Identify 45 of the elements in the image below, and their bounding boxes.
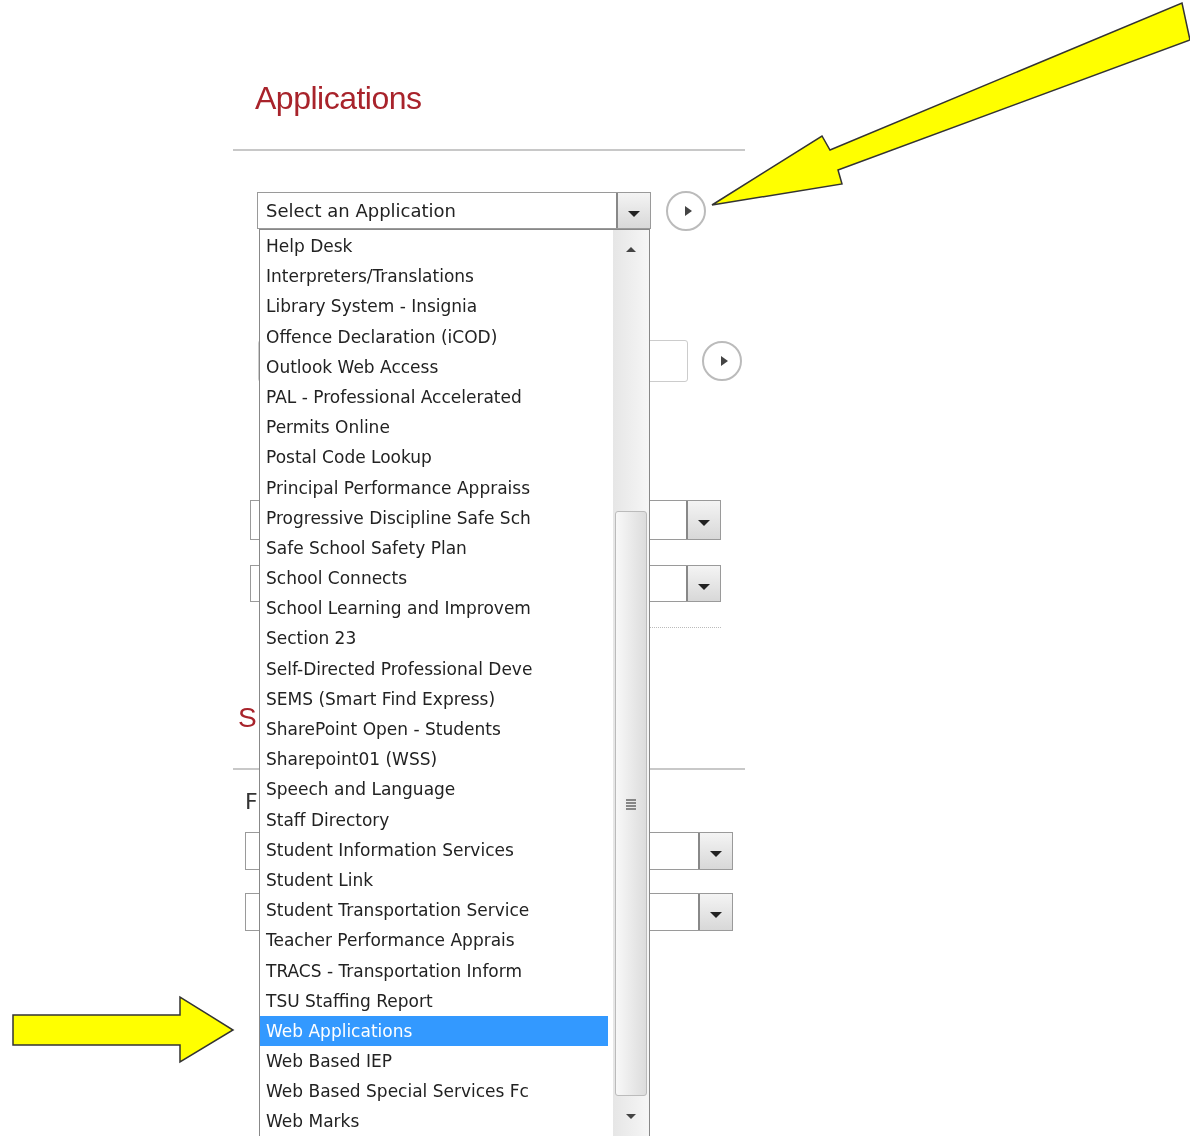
section-heading: S <box>238 701 257 735</box>
dropdown-option[interactable]: Interpreters/Translations <box>260 261 608 292</box>
scroll-down-icon <box>625 1113 637 1120</box>
dropdown-option[interactable]: Web Marks <box>260 1106 608 1136</box>
page-heading: Applications <box>254 79 422 118</box>
dropdown-option[interactable]: PAL - Professional Accelerated <box>260 381 608 413</box>
scroll-up-icon <box>625 246 637 253</box>
dropdown-option[interactable]: Safe School Safety Plan <box>260 532 608 564</box>
field-label: F <box>244 788 258 816</box>
dropdown-option[interactable]: TSU Staffing Report <box>260 985 608 1016</box>
caret-icon <box>709 850 723 858</box>
caret-icon <box>697 582 711 591</box>
dropdown-option[interactable]: Help Desk <box>260 231 608 262</box>
dropdown-option[interactable]: Speech and Language <box>260 774 608 805</box>
dropdown-option[interactable]: Student Transportation Service <box>260 895 608 926</box>
dropdown-option[interactable]: Library System - Insignia <box>260 291 608 322</box>
go-button[interactable] <box>702 341 742 381</box>
dropdown-option[interactable]: SharePoint Open - Students <box>260 714 608 745</box>
dropdown-option[interactable]: Sharepoint01 (WSS) <box>260 744 608 775</box>
dropdown-option[interactable]: Permits Online <box>260 412 608 443</box>
dropdown-option[interactable]: Student Information Services <box>260 834 608 865</box>
caret-icon <box>697 519 711 527</box>
dropdown-option[interactable]: School Connects <box>260 563 608 594</box>
dropdown-option[interactable]: Web Based Special Services Fc <box>260 1076 608 1107</box>
dropdown-option[interactable]: Section 23 <box>260 623 608 654</box>
dropdown-option[interactable]: SEMS (Smart Find Express) <box>260 683 608 714</box>
dropdown-option[interactable]: Self-Directed Professional Deve <box>260 653 608 684</box>
dropdown-option[interactable]: Offence Declaration (iCOD) <box>260 321 608 352</box>
dropdown-option[interactable]: School Learning and Improvem <box>260 593 608 624</box>
dropdown-option[interactable]: Teacher Performance Apprais <box>260 925 608 956</box>
caret-icon <box>627 209 641 218</box>
dropdown-option[interactable]: TRACS - Transportation Inform <box>260 955 608 986</box>
dropdown-option[interactable]: Postal Code Lookup <box>260 442 608 473</box>
grip-icon <box>625 797 637 810</box>
dropdown-option[interactable]: Web Based IEP <box>260 1046 608 1077</box>
dropdown-option[interactable]: Staff Directory <box>260 804 608 835</box>
dropdown-option[interactable]: Principal Performance Appraiss <box>260 472 608 503</box>
scrollbar-thumb[interactable] <box>615 511 647 1096</box>
scrollbar[interactable] <box>613 230 649 1136</box>
caret-icon <box>709 911 723 919</box>
dropdown-option[interactable]: Student Link <box>260 864 608 896</box>
dropdown-option[interactable]: Outlook Web Access <box>260 351 608 382</box>
go-button[interactable] <box>666 190 706 231</box>
application-dropdown[interactable]: Select an Application <box>257 192 651 229</box>
dropdown-option[interactable]: Progressive Discipline Safe Sch <box>260 502 608 533</box>
